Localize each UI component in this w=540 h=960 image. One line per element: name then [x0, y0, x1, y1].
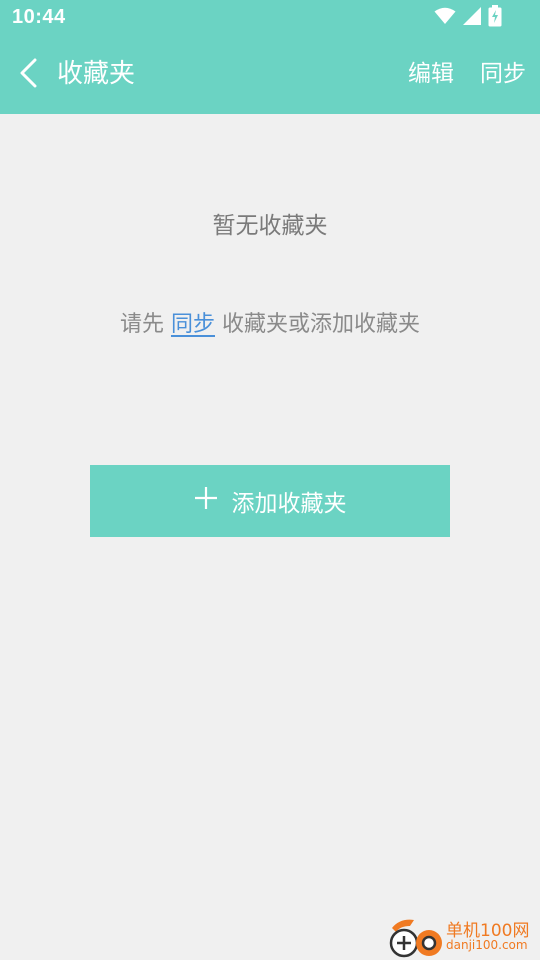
watermark-logo-icon [386, 914, 446, 960]
status-time: 10:44 [12, 6, 66, 28]
top-bar: 10:44 收藏夹 编辑 同步 [0, 0, 540, 114]
hint-prefix: 请先 [119, 312, 171, 337]
add-favorites-label: 添加收藏夹 [231, 491, 347, 517]
hint-suffix: 收藏夹或添加收藏夹 [215, 312, 420, 337]
plus-icon [194, 486, 218, 516]
battery-charging-icon [488, 5, 502, 31]
wifi-icon [434, 7, 456, 29]
empty-state-title: 暂无收藏夹 [212, 213, 328, 239]
sync-link[interactable]: 同步 [171, 312, 215, 337]
status-bar: 10:44 [0, 0, 540, 36]
back-arrow-icon [17, 58, 39, 92]
back-button[interactable] [8, 52, 48, 98]
signal-icon [462, 6, 482, 30]
watermark: 单机100网 danji100.com [384, 914, 540, 960]
sync-button[interactable]: 同步 [480, 56, 526, 92]
app-bar: 收藏夹 编辑 同步 [0, 36, 540, 114]
empty-state-hint: 请先 同步 收藏夹或添加收藏夹 [0, 306, 540, 338]
status-icons [434, 5, 502, 31]
watermark-url: danji100.com [446, 938, 528, 952]
page-title: 收藏夹 [57, 59, 136, 89]
add-favorites-button[interactable]: 添加收藏夹 [90, 465, 450, 537]
edit-button[interactable]: 编辑 [408, 56, 454, 92]
